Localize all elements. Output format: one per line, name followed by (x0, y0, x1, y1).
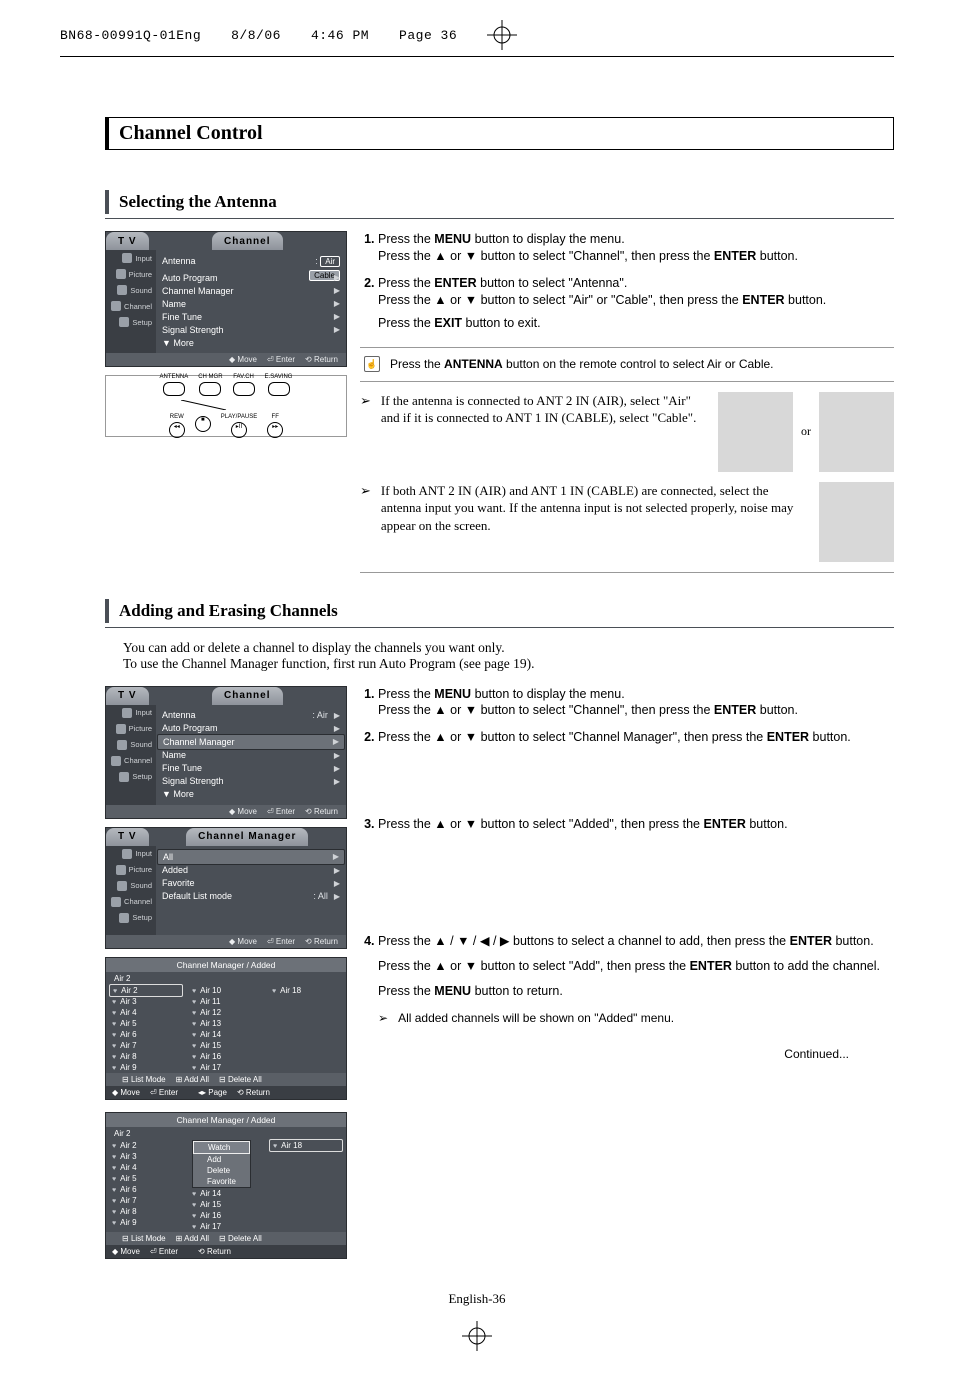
doc-date: 8/8/06 (231, 28, 281, 43)
osd-sidebar: Input Picture Sound Channel Setup (106, 250, 156, 353)
step-2-2: Press the or button to select "Channel M… (378, 729, 894, 746)
channel-row: Air 4 (112, 1007, 180, 1018)
section-title-addchan: Adding and Erasing Channels (105, 599, 894, 623)
remote-note: ☝ Press the ANTENNA button on the remote… (360, 347, 894, 381)
osd-chlist-added: Channel Manager / Added Air 2 Air 2Air 3… (105, 957, 347, 1100)
osd-chlist-popup: Channel Manager / Added Air 2 Air 2Air 3… (105, 1112, 347, 1259)
channel-row: Air 14 (192, 1029, 260, 1040)
pointer-icon (360, 392, 371, 410)
channel-row: Air 10 (192, 985, 260, 996)
ant-diagram-2 (819, 392, 894, 472)
channel-row: Air 7 (112, 1195, 180, 1206)
channel-row: Air 13 (192, 1018, 260, 1029)
osd-menu-channel-2: T VChannel Input Picture Sound Channel S… (105, 686, 347, 819)
channel-row: Air 8 (112, 1206, 180, 1217)
step-2: Press the ENTER button to select "Antenn… (378, 275, 894, 332)
step-2-1: Press the MENU button to display the men… (378, 686, 894, 720)
registration-mark-bottom (462, 1321, 492, 1351)
doc-time: 4:46 PM (311, 28, 369, 43)
osd-tab-channel: Channel (212, 232, 282, 250)
channel-row: Air 5 (112, 1173, 180, 1184)
print-slug: BN68-00991Q-01Eng 8/8/06 4:46 PM Page 36 (60, 20, 894, 50)
osd-side-setup: Setup (106, 314, 156, 330)
ant-diagram-1 (718, 392, 793, 472)
remote-icon: ☝ (364, 356, 380, 372)
osd-side-input: Input (106, 250, 156, 266)
osd-tab-tv: T V (106, 232, 149, 250)
channel-row: Air 4 (112, 1162, 180, 1173)
channel-row: Air 18 (269, 1139, 343, 1152)
channel-row: Air 9 (112, 1217, 180, 1228)
channel-row: Air 9 (112, 1062, 180, 1073)
doc-code: BN68-00991Q-01Eng (60, 28, 201, 43)
section-intro: You can add or delete a channel to displ… (105, 640, 894, 672)
osd-side-sound: Sound (106, 282, 156, 298)
channel-row: Air 16 (192, 1051, 260, 1062)
up-arrow-icon (434, 249, 446, 263)
channel-row: Air 7 (112, 1040, 180, 1051)
osd-popup-menu: WatchAddDeleteFavorite (192, 1140, 251, 1188)
channel-row: Air 8 (112, 1051, 180, 1062)
page-number: English-36 (60, 1291, 894, 1307)
channel-row: Air 11 (192, 996, 260, 1007)
channel-row: Air 18 (272, 985, 340, 996)
section-rule-2 (105, 627, 894, 628)
channel-row: Air 12 (192, 1007, 260, 1018)
osd-list: Antenna: Air Cable Auto Program▶ Channel… (156, 250, 346, 353)
section-title-antenna: Selecting the Antenna (105, 190, 894, 214)
doc-page: Page 36 (399, 28, 457, 43)
step-1: Press the MENU button to display the men… (378, 231, 894, 265)
continued-label: Continued... (360, 1046, 849, 1062)
channel-row: Air 5 (112, 1018, 180, 1029)
down-arrow-icon (465, 249, 477, 263)
page-title: Channel Control (105, 117, 894, 150)
channel-row: Air 6 (112, 1184, 180, 1195)
crop-rule-top (60, 56, 894, 57)
osd-opt-air: Air (320, 256, 340, 267)
osd-menu-channel: T V Channel Input Picture Sound Channel … (105, 231, 347, 367)
channel-row: Air 3 (112, 1151, 180, 1162)
ant-diagram-3 (819, 482, 894, 562)
osd-side-picture: Picture (106, 266, 156, 282)
tip-ant-single: If the antenna is connected to ANT 2 IN … (360, 392, 894, 472)
step-2-4: Press the / / / buttons to select a chan… (378, 933, 894, 1026)
registration-mark-top (487, 20, 517, 50)
channel-row: Air 17 (192, 1062, 260, 1073)
osd-side-channel: Channel (106, 298, 156, 314)
section-rule (105, 218, 894, 219)
channel-row: Air 15 (192, 1040, 260, 1051)
pointer-icon (360, 482, 371, 500)
osd-menu-chanmgr: T VChannel Manager Input Picture Sound C… (105, 827, 347, 949)
step-2-3: Press the or button to select "Added", t… (378, 816, 894, 833)
channel-row: Air 3 (112, 996, 180, 1007)
channel-row: Air 2 (112, 1140, 180, 1151)
channel-row: Air 6 (112, 1029, 180, 1040)
remote-diagram: ANTENNA CH MGR FAV.CH E.SAVING REW◂◂ ■ P… (105, 375, 347, 437)
tip-ant-both: If both ANT 2 IN (AIR) and ANT 1 IN (CAB… (360, 482, 894, 562)
